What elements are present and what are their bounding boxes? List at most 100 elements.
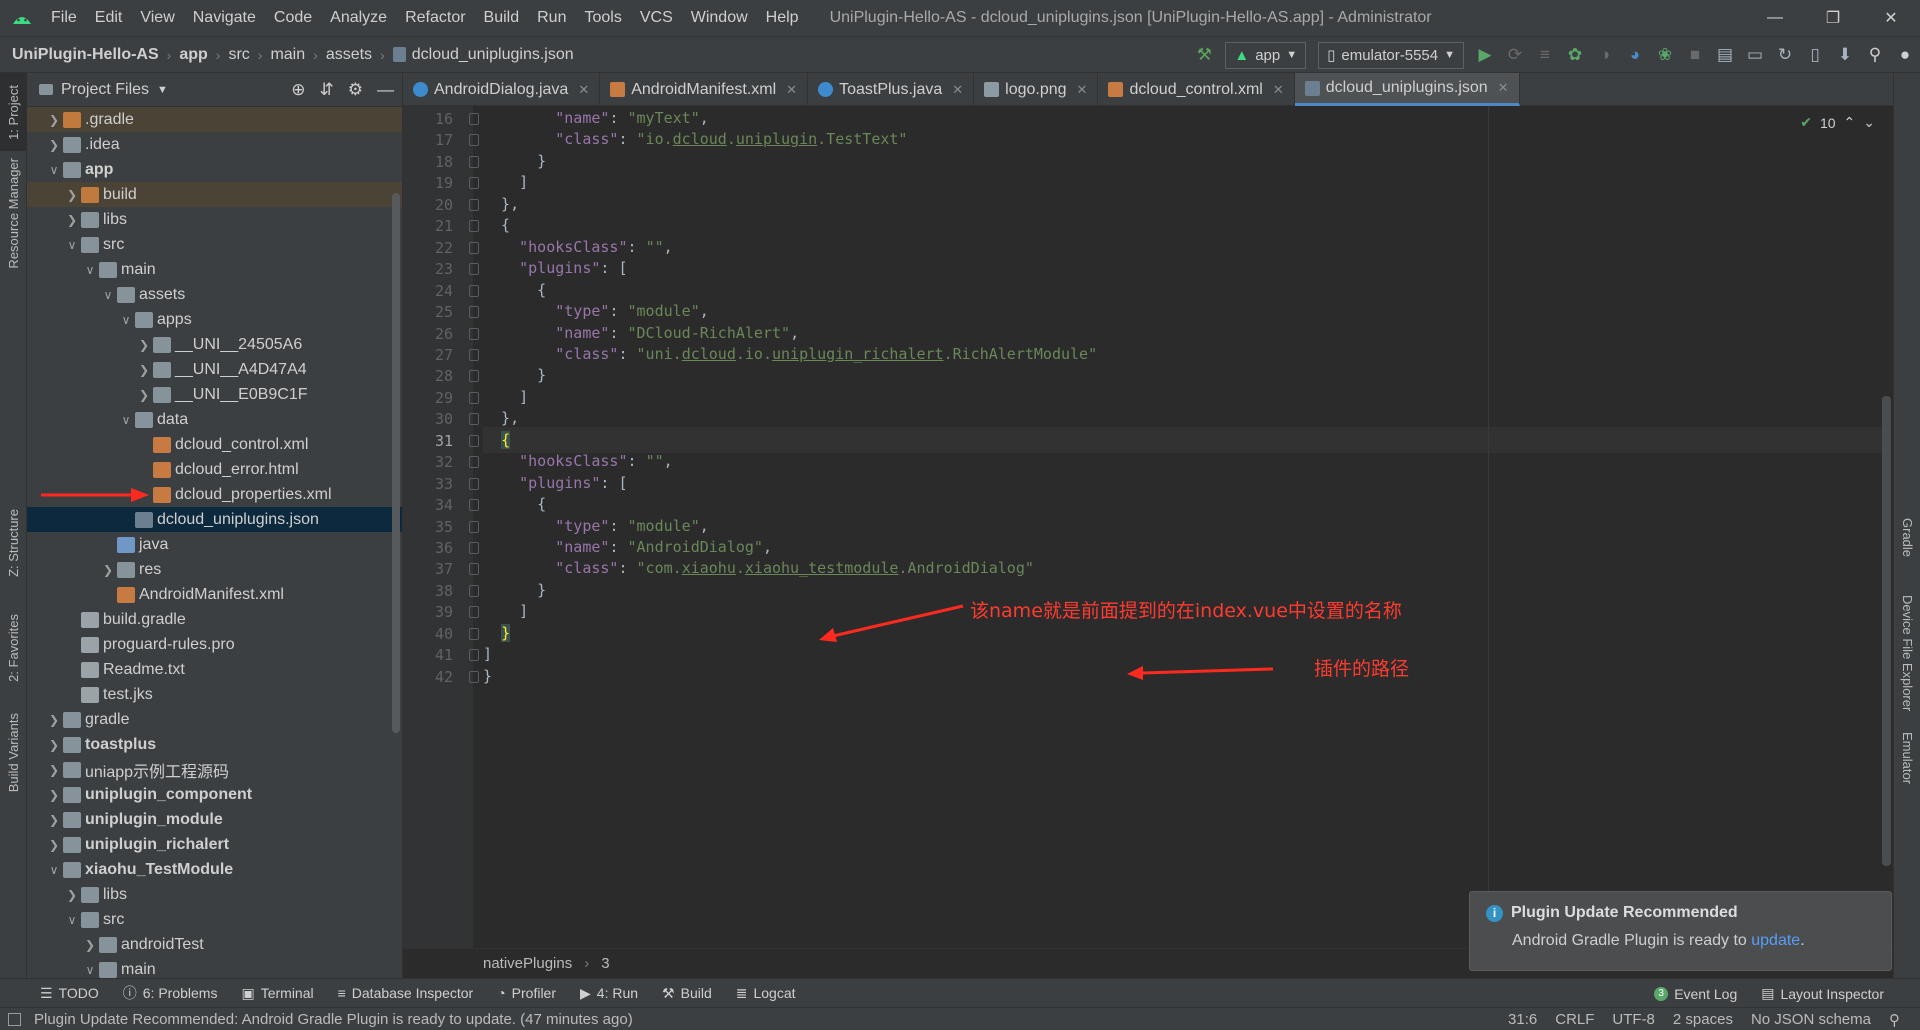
chevron-down-icon[interactable]: ⌄ [1863,114,1875,131]
tool-database-inspector[interactable]: ≡ Database Inspector [326,985,486,1001]
close-icon[interactable]: ✕ [952,82,963,98]
tab-androiddialog-java[interactable]: AndroidDialog.java ✕ [403,73,601,106]
stop-icon[interactable]: ■ [1680,40,1710,70]
tree-item[interactable]: proguard-rules.pro [27,632,402,657]
tree-item[interactable]: ∨ main [27,957,402,978]
chevron-right-icon[interactable]: ❯ [45,813,63,827]
tree-item[interactable]: ❯ .gradle [27,107,402,132]
chevron-down-icon[interactable]: ∨ [117,313,135,327]
chevron-down-icon[interactable]: ∨ [81,963,99,977]
fold-marker-icon[interactable] [469,606,479,619]
avatar[interactable]: ● [1890,40,1920,70]
menu-refactor[interactable]: Refactor [396,0,474,36]
menu-vcs[interactable]: VCS [631,0,682,36]
chevron-right-icon[interactable]: ❯ [45,113,63,127]
code-area[interactable]: "name": "myText", "class": "io.dcloud.un… [483,106,1883,948]
tree-item[interactable]: ∨ data [27,407,402,432]
tool-4-run[interactable]: ▶ 4: Run [568,985,650,1002]
status-square-icon[interactable] [8,1013,21,1026]
chevron-down-icon[interactable]: ∨ [45,163,63,177]
run-config-select[interactable]: ▲ app ▼ [1225,41,1307,69]
fold-marker-icon[interactable] [469,649,479,662]
chevron-down-icon[interactable]: ∨ [63,913,81,927]
close-icon[interactable]: ✕ [1498,80,1509,96]
chevron-right-icon[interactable]: ❯ [81,938,99,952]
fold-marker-icon[interactable] [469,348,479,361]
project-tree-scrollbar[interactable] [392,193,400,733]
chevron-right-icon[interactable]: ❯ [135,388,153,402]
breadcrumb-item[interactable]: src [228,46,249,64]
tab-favorites[interactable]: 2: Favorites [0,598,27,698]
tree-item[interactable]: build.gradle [27,607,402,632]
breadcrumb-item[interactable]: app [179,46,207,64]
chevron-down-icon[interactable]: ∨ [99,288,117,302]
code-editor[interactable]: 16 17 18 19 20 21 22 23 24 25 26 27 28 29 30 31 32 33 34 35… [403,106,1893,948]
breadcrumb-item[interactable]: 3 [601,955,609,972]
fold-marker-icon[interactable] [469,477,479,490]
tab-dcloud-uniplugins-json[interactable]: dcloud_uniplugins.json ✕ [1294,73,1520,106]
run-icon[interactable]: ▶ [1470,40,1500,70]
close-icon[interactable]: ✕ [578,82,589,98]
chevron-right-icon[interactable]: ❯ [63,188,81,202]
tree-item[interactable]: ❯ res [27,557,402,582]
tab-gradle[interactable]: Gradle [1894,503,1920,573]
device-select[interactable]: ▯ emulator-5554 ▼ [1318,41,1464,69]
hammer-icon[interactable]: ⚒ [1189,40,1219,70]
close-window-button[interactable]: ✕ [1862,0,1920,36]
tab-emulator[interactable]: Emulator [1894,723,1920,793]
tree-item[interactable]: ❯ uniapp示例工程源码 [27,757,402,782]
fold-marker-icon[interactable] [469,284,479,297]
menu-help[interactable]: Help [757,0,808,36]
tab-build-variants[interactable]: Build Variants [0,698,27,808]
tree-item[interactable]: ❯ libs [27,207,402,232]
tree-item[interactable]: ❯ __UNI__E0B9C1F [27,382,402,407]
tool-profiler[interactable]: ◔ Profiler [485,985,568,1001]
search-icon[interactable]: ⚲ [1860,40,1890,70]
menu-run[interactable]: Run [528,0,575,36]
chevron-up-icon[interactable]: ⌃ [1844,114,1856,131]
tree-item[interactable]: ∨ app [27,157,402,182]
fold-marker-icon[interactable] [469,177,479,190]
menu-edit[interactable]: Edit [86,0,132,36]
project-view-select[interactable]: Project Files [61,81,149,99]
chevron-right-icon[interactable]: ❯ [135,363,153,377]
line-separator[interactable]: CRLF [1555,1011,1594,1028]
tree-item[interactable]: ∨ xiaohu_TestModule [27,857,402,882]
tab-structure[interactable]: Z: Structure [0,493,27,593]
menu-build[interactable]: Build [475,0,529,36]
restore-button[interactable]: ❐ [1804,0,1862,36]
chevron-down-icon[interactable]: ∨ [45,863,63,877]
tab-dcloud-control-xml[interactable]: dcloud_control.xml ✕ [1098,73,1295,106]
fold-marker-icon[interactable] [469,456,479,469]
tree-item[interactable]: ∨ assets [27,282,402,307]
avd-manager-icon[interactable]: ▭ [1740,40,1770,70]
tree-item[interactable]: ∨ apps [27,307,402,332]
tree-item[interactable]: ❯ build [27,182,402,207]
profile-icon[interactable]: ◕ [1620,40,1650,70]
chevron-down-icon[interactable]: ▼ [157,84,168,96]
tree-item[interactable]: ❯ __UNI__24505A6 [27,332,402,357]
event-log-button[interactable]: 3 Event Log [1642,986,1749,1002]
hide-panel-icon[interactable]: — [377,80,394,100]
tree-item[interactable]: ∨ src [27,907,402,932]
chevron-down-icon[interactable]: ∨ [63,238,81,252]
gear-icon[interactable]: ⚙ [348,80,363,100]
editor-scrollbar[interactable] [1882,396,1891,866]
close-icon[interactable]: ✕ [1273,82,1284,98]
update-link[interactable]: update [1751,932,1800,949]
tree-item[interactable]: dcloud_uniplugins.json [27,507,402,532]
tree-item[interactable]: dcloud_control.xml [27,432,402,457]
caret-position[interactable]: 31:6 [1508,1011,1537,1028]
tree-item[interactable]: ❯ uniplugin_richalert [27,832,402,857]
tree-item[interactable]: Readme.txt [27,657,402,682]
breadcrumb-item[interactable]: dcloud_uniplugins.json [412,46,574,64]
breadcrumb-item[interactable]: nativePlugins [483,955,572,972]
tree-item[interactable]: ❯ androidTest [27,932,402,957]
project-structure-icon[interactable]: ▤ [1710,40,1740,70]
lock-icon[interactable]: ⚲ [1889,1011,1900,1029]
tree-item[interactable]: ❯ uniplugin_module [27,807,402,832]
json-schema[interactable]: No JSON schema [1751,1011,1871,1028]
fold-marker-icon[interactable] [469,306,479,319]
menu-analyze[interactable]: Analyze [321,0,396,36]
tab-device-file-explorer[interactable]: Device File Explorer [1894,583,1920,723]
